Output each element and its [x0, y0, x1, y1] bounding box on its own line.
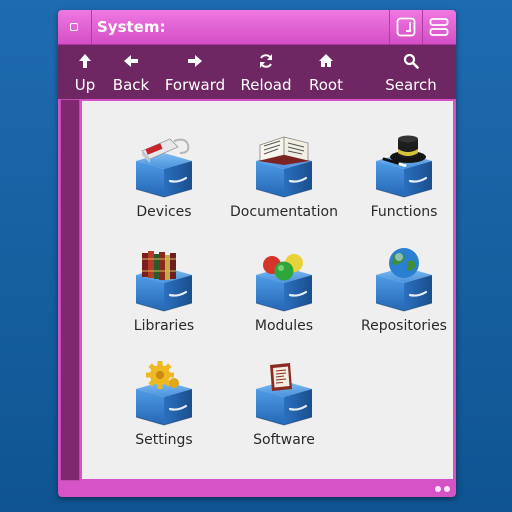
close-icon	[70, 23, 78, 31]
arrow-right-icon	[164, 53, 226, 77]
close-button[interactable]	[58, 10, 92, 44]
folder-label: Software	[253, 432, 315, 448]
folder-label: Libraries	[133, 318, 195, 334]
shade-button[interactable]	[422, 10, 455, 44]
search-button[interactable]: Search	[384, 45, 438, 99]
repositories-drawer-icon	[374, 248, 434, 313]
window-title: System:	[97, 18, 166, 36]
iconify-icon	[396, 17, 416, 37]
documentation-drawer-icon	[254, 136, 314, 199]
folder-documentation[interactable]: Documentation	[224, 131, 344, 241]
title-bar[interactable]: System:	[58, 10, 456, 45]
back-label: Back	[112, 76, 150, 94]
folder-software[interactable]: Software	[224, 359, 344, 469]
folder-repositories[interactable]: Repositories	[344, 245, 464, 355]
folder-settings[interactable]: Settings	[104, 359, 224, 469]
folder-label: Devices	[136, 204, 192, 220]
up-label: Up	[74, 76, 96, 94]
status-bar	[58, 481, 456, 497]
home-icon	[306, 53, 346, 77]
folder-label: Documentation	[230, 204, 338, 220]
reload-label: Reload	[240, 76, 292, 94]
folder-label: Functions	[370, 204, 438, 220]
up-button[interactable]: Up	[68, 45, 102, 99]
back-button[interactable]: Back	[110, 45, 152, 99]
root-label: Root	[309, 76, 343, 94]
folder-label: Settings	[135, 432, 193, 448]
devices-drawer-icon	[134, 138, 194, 199]
reload-button[interactable]: Reload	[239, 45, 293, 99]
search-label: Search	[385, 76, 437, 94]
modules-drawer-icon	[254, 254, 314, 313]
folder-label: Repositories	[361, 318, 447, 334]
functions-drawer-icon	[374, 135, 434, 199]
file-manager-window: System: Up Back Forward Reload Root Sear…	[58, 10, 456, 497]
scrollbar[interactable]	[60, 99, 80, 481]
folder-functions[interactable]: Functions	[344, 131, 464, 241]
arrow-left-icon	[110, 53, 152, 77]
resize-grip-dot[interactable]	[435, 486, 441, 492]
content-area: Devices Documentation Functions Librarie…	[60, 99, 454, 481]
iconify-button[interactable]	[389, 10, 422, 44]
icon-view: Devices Documentation Functions Librarie…	[82, 101, 453, 479]
folder-modules[interactable]: Modules	[224, 245, 344, 355]
shade-icon	[429, 18, 449, 36]
forward-label: Forward	[164, 76, 226, 94]
root-button[interactable]: Root	[306, 45, 346, 99]
resize-grip-dot[interactable]	[444, 486, 450, 492]
folder-label: Modules	[254, 318, 314, 334]
reload-icon	[239, 53, 293, 77]
forward-button[interactable]: Forward	[164, 45, 226, 99]
toolbar: Up Back Forward Reload Root Search	[58, 45, 456, 99]
folder-libraries[interactable]: Libraries	[104, 245, 224, 355]
arrow-up-icon	[68, 53, 102, 77]
folder-devices[interactable]: Devices	[104, 131, 224, 241]
settings-drawer-icon	[134, 361, 194, 427]
libraries-drawer-icon	[134, 251, 194, 313]
software-drawer-icon	[254, 363, 314, 427]
search-icon	[384, 53, 438, 77]
